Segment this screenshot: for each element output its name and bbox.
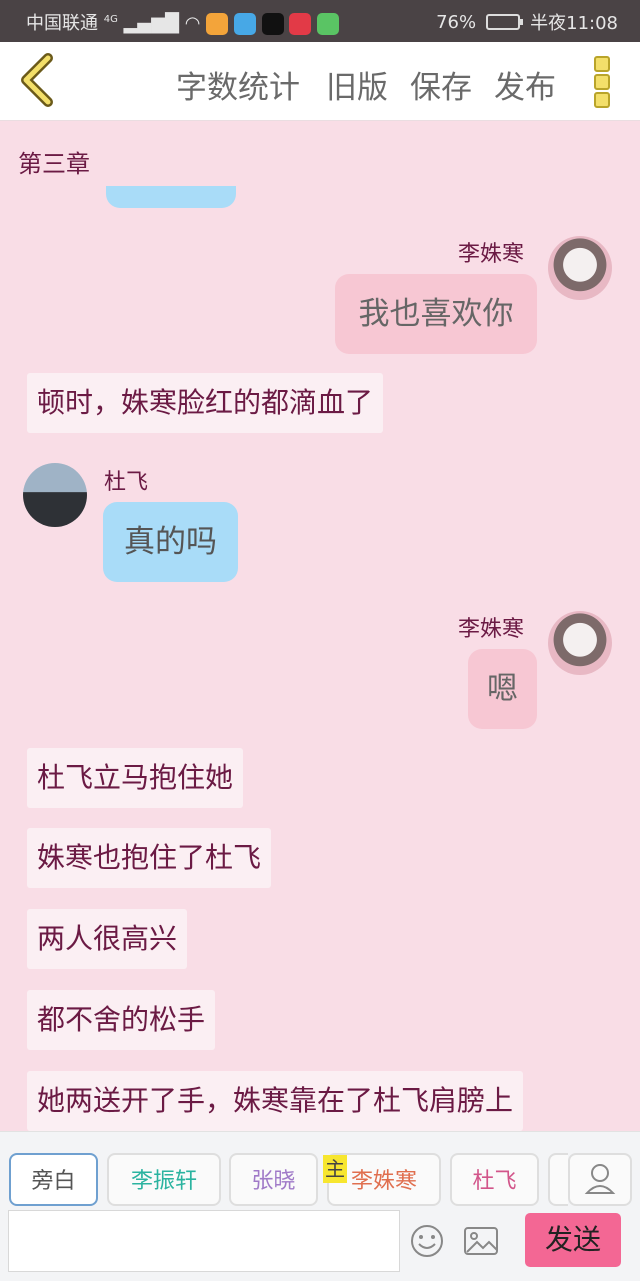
person-icon — [584, 1164, 616, 1194]
battery-icon — [486, 14, 524, 30]
back-button[interactable] — [14, 52, 62, 108]
avatar-lishuhan[interactable] — [548, 611, 612, 675]
app-icon-1 — [206, 13, 229, 35]
message-bubble[interactable]: 我也喜欢你 — [335, 274, 537, 354]
message-input[interactable] — [8, 1210, 400, 1272]
network-type: 4G — [103, 14, 118, 25]
image-button[interactable] — [463, 1226, 499, 1260]
word-count-button[interactable]: 字数统计 — [176, 62, 300, 107]
carrier-label: 中国联通 4G ▂▄▆█ ◠ — [26, 9, 340, 35]
speaker-name: 李姝寒 — [458, 242, 525, 267]
app-icon-5 — [317, 13, 340, 35]
status-bar: 中国联通 4G ▂▄▆█ ◠ 76% 半夜11:08 — [0, 0, 640, 42]
app-icon-2 — [233, 13, 256, 35]
role-partial[interactable] — [548, 1153, 568, 1206]
top-toolbar: 字数统计 旧版 保存 发布 — [0, 42, 640, 121]
narration-text[interactable]: 都不舍的松手 — [27, 990, 216, 1050]
emoji-icon — [411, 1225, 443, 1257]
signal-icon: ▂▄▆█ — [123, 13, 179, 34]
save-button[interactable]: 保存 — [410, 62, 472, 107]
send-button[interactable]: 发送 — [525, 1213, 621, 1267]
add-role-button[interactable] — [568, 1153, 632, 1206]
more-menu-icon[interactable] — [594, 56, 614, 108]
narration-text[interactable]: 姝寒也抱住了杜飞 — [27, 828, 272, 888]
narration-text[interactable]: 她两送开了手，姝寒靠在了杜飞肩膀上 — [27, 1071, 524, 1131]
message-bubble[interactable]: 真的吗 — [103, 502, 238, 582]
emoji-button[interactable] — [410, 1224, 444, 1262]
app-icon-4 — [289, 13, 312, 35]
wifi-icon: ◠ — [184, 13, 201, 34]
partial-bubble — [106, 186, 236, 208]
publish-button[interactable]: 发布 — [494, 62, 556, 107]
narration-text[interactable]: 顿时，姝寒脸红的都滴血了 — [27, 373, 384, 433]
speaker-name: 李姝寒 — [458, 617, 525, 642]
chevron-left-icon — [21, 53, 53, 107]
role-lizhenxuan[interactable]: 李振轩 — [107, 1153, 221, 1206]
composer-panel: 旁白 李振轩 张晓 李姝寒 主 杜飞 发送 — [0, 1131, 640, 1281]
role-zhangxiao[interactable]: 张晓 — [229, 1153, 318, 1206]
app-icon-3 — [261, 13, 284, 35]
image-icon — [464, 1227, 498, 1255]
avatar-dufei[interactable] — [23, 463, 87, 527]
clock: 半夜11:08 — [530, 13, 618, 34]
role-narrator[interactable]: 旁白 — [9, 1153, 98, 1206]
message-bubble[interactable]: 嗯 — [468, 649, 537, 729]
speaker-name: 杜飞 — [104, 470, 149, 495]
battery-percent: 76% — [436, 11, 477, 33]
old-version-button[interactable]: 旧版 — [326, 62, 388, 107]
chapter-title: 第三章 — [18, 150, 90, 178]
narration-text[interactable]: 杜飞立马抱住她 — [27, 748, 244, 808]
narration-text[interactable]: 两人很高兴 — [27, 909, 188, 969]
role-dufei[interactable]: 杜飞 — [450, 1153, 539, 1206]
avatar-lishuhan[interactable] — [548, 236, 612, 300]
main-role-badge: 主 — [323, 1155, 347, 1183]
